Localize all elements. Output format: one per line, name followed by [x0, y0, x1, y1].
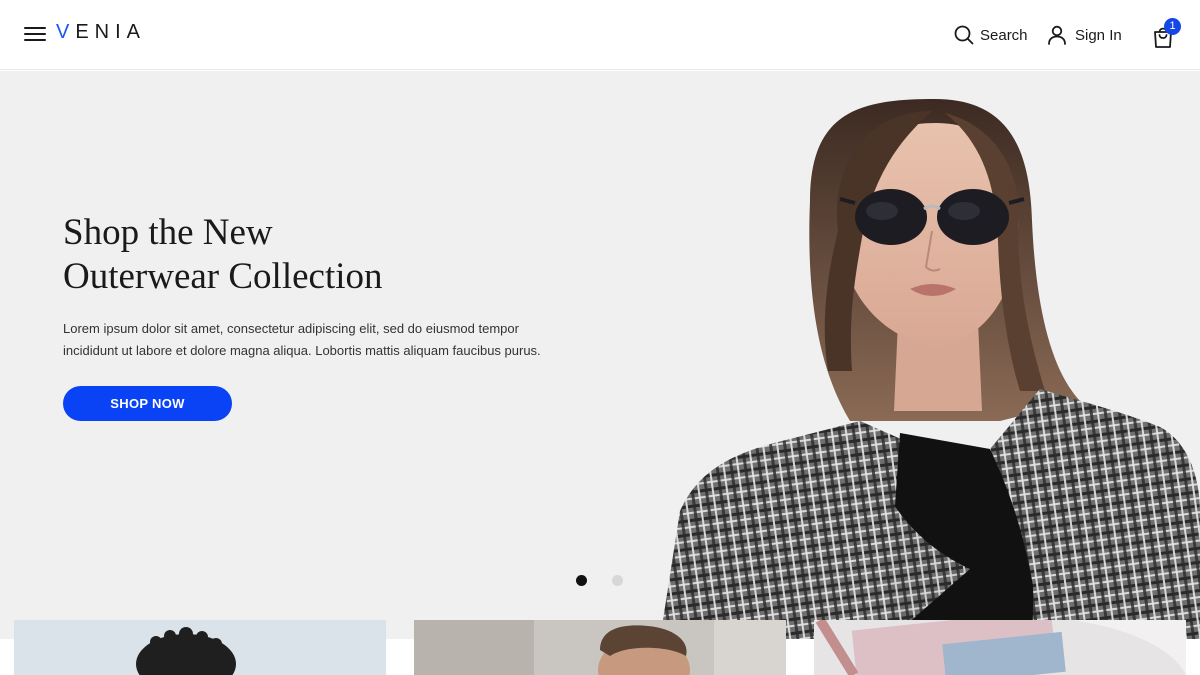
category-tile-3[interactable] — [814, 620, 1186, 675]
sign-in-label: Sign In — [1075, 26, 1122, 44]
category-tile-1[interactable] — [14, 620, 386, 675]
cart-count-badge: 1 — [1164, 18, 1181, 35]
tile-image-2 — [414, 620, 786, 675]
hero-banner: Shop the New Outerwear Collection Lorem … — [0, 71, 1200, 639]
cart-button[interactable]: 1 — [1152, 18, 1181, 48]
hero-title: Shop the New Outerwear Collection — [63, 211, 583, 299]
carousel-dots — [576, 575, 623, 586]
hero-description: Lorem ipsum dolor sit amet, consectetur … — [63, 321, 541, 358]
search-label: Search — [980, 26, 1028, 44]
hero-model-image — [660, 99, 1200, 639]
search-icon — [954, 25, 974, 45]
venia-logo[interactable]: VENIA — [56, 21, 146, 44]
carousel-dot-1[interactable] — [576, 575, 587, 586]
site-header: VENIA Search Sign In 1 — [0, 0, 1200, 70]
user-icon — [1048, 25, 1066, 45]
hero-title-line-1: Shop the New — [63, 212, 273, 253]
tile-image-1 — [14, 620, 386, 675]
tile-image-3 — [814, 620, 1186, 675]
sign-in-button[interactable]: Sign In — [1047, 24, 1122, 46]
carousel-dot-2[interactable] — [612, 575, 623, 586]
category-tile-2[interactable] — [414, 620, 786, 675]
menu-icon[interactable] — [24, 24, 46, 46]
search-button[interactable]: Search — [954, 24, 1028, 46]
shop-now-button[interactable]: SHOP NOW — [63, 386, 232, 421]
hero-title-line-2: Outerwear Collection — [63, 256, 383, 297]
